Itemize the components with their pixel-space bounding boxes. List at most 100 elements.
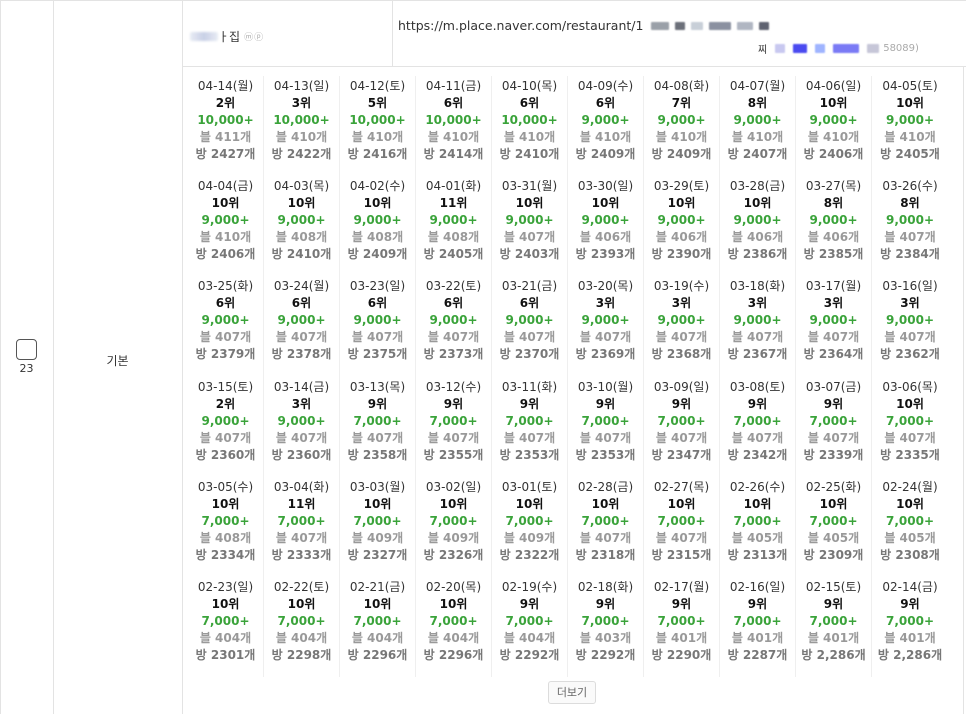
day-date: 03-11(화) (501, 379, 558, 394)
day-search-volume: 9,000+ (885, 313, 934, 328)
more-button[interactable]: 더보기 (548, 681, 596, 704)
day-search-volume: 9,000+ (581, 313, 630, 328)
day-room-count: 방 2368개 (651, 347, 712, 362)
day-blog-count: 블 409개 (503, 530, 556, 545)
day-room-count: 방 2326개 (423, 547, 484, 562)
day-cell: 04-12(토) 5위 10,000+ 블 410개 방 2416개 (340, 76, 416, 177)
day-cell: 03-05(수) 10위 7,000+ 블 408개 방 2334개 (188, 476, 264, 577)
day-blog-count: 블 407개 (655, 530, 708, 545)
day-search-volume: 9,000+ (277, 413, 326, 428)
day-cell: 03-30(일) 10위 9,000+ 블 406개 방 2393개 (568, 176, 644, 277)
day-search-volume: 9,000+ (809, 313, 858, 328)
day-room-count: 방 2409개 (651, 147, 712, 161)
day-room-count: 방 2,286개 (877, 647, 943, 662)
day-blog-count: 블 407개 (579, 530, 632, 545)
day-search-volume: 7,000+ (885, 513, 934, 528)
day-date: 02-21(금) (349, 579, 406, 594)
day-search-volume: 9,000+ (429, 213, 478, 228)
day-room-count: 방 2335개 (880, 447, 940, 462)
day-date: 03-31(월) (501, 179, 558, 194)
day-search-volume: 7,000+ (581, 513, 630, 528)
day-room-count: 방 2347개 (651, 447, 712, 462)
day-rank: 3위 (671, 296, 692, 311)
store-name[interactable]: ㅏ집 ⓜⓟ (190, 28, 264, 45)
day-rank: 10위 (211, 196, 240, 211)
store-name-text: ㅏ집 (218, 30, 241, 44)
day-cell: 02-14(금) 9위 7,000+ 블 401개 방 2,286개 (872, 577, 948, 677)
day-date: 03-13(목) (349, 379, 406, 394)
day-search-volume: 9,000+ (657, 213, 706, 228)
day-cell: 03-17(월) 3위 9,000+ 블 407개 방 2364개 (796, 276, 872, 377)
day-room-count: 방 2339개 (803, 447, 864, 462)
day-date: 03-27(목) (805, 179, 862, 194)
day-search-volume: 7,000+ (581, 613, 630, 628)
day-room-count: 방 2373개 (423, 347, 484, 362)
day-blog-count: 블 405개 (807, 530, 860, 545)
day-cell: 04-08(화) 7위 9,000+ 블 410개 방 2409개 (644, 76, 720, 177)
day-blog-count: 블 407개 (275, 430, 328, 445)
day-rank: 10위 (591, 496, 620, 511)
day-date: 03-23(일) (349, 279, 406, 294)
day-cell: 03-02(일) 10위 7,000+ 블 409개 방 2326개 (416, 476, 492, 577)
day-date: 03-29(토) (653, 179, 710, 194)
day-date: 04-04(금) (197, 179, 254, 194)
day-blog-count: 블 407개 (427, 430, 480, 445)
day-date: 03-16(일) (882, 279, 938, 294)
day-cell: 03-14(금) 3위 9,000+ 블 407개 방 2360개 (264, 376, 340, 477)
day-search-volume: 9,000+ (353, 313, 402, 328)
day-blog-count: 블 404개 (275, 630, 328, 645)
day-search-volume: 7,000+ (733, 513, 782, 528)
day-date: 02-28(금) (577, 479, 634, 494)
day-date: 03-08(토) (729, 379, 786, 394)
day-blog-count: 블 407개 (579, 330, 632, 345)
day-date: 03-03(월) (349, 479, 406, 494)
day-date: 04-09(수) (577, 79, 634, 93)
day-rank: 6위 (367, 296, 388, 311)
day-date: 04-01(화) (425, 179, 482, 194)
day-rank: 11위 (287, 496, 316, 511)
day-date: 04-06(일) (805, 79, 862, 93)
row-checkbox[interactable] (16, 339, 37, 360)
place-id-prefix: 찌 (758, 45, 768, 56)
day-cell: 03-24(월) 6위 9,000+ 블 407개 방 2378개 (264, 276, 340, 377)
day-rank: 2위 (215, 96, 236, 110)
place-id-suffix: 58089) (883, 43, 919, 54)
day-rank: 10위 (363, 196, 392, 211)
day-date: 03-06(목) (882, 379, 938, 394)
grid-row: 04-14(월) 2위 10,000+ 블 411개 방 2427개 04-13(일) 3위… (188, 76, 950, 177)
place-url[interactable]: https://m.place.naver.com/restaurant/1 (398, 18, 770, 33)
day-cell: 03-28(금) 10위 9,000+ 블 406개 방 2386개 (720, 176, 796, 277)
day-room-count: 방 2422개 (271, 147, 332, 161)
day-room-count: 방 2362개 (880, 347, 940, 362)
day-blog-count: 블 407개 (199, 330, 252, 345)
day-search-volume: 10,000+ (273, 113, 330, 127)
day-cell: 03-10(월) 9위 7,000+ 블 407개 방 2353개 (568, 376, 644, 477)
day-search-volume: 7,000+ (885, 613, 934, 628)
day-search-volume: 7,000+ (809, 513, 858, 528)
day-cell: 04-07(월) 8위 9,000+ 블 410개 방 2407개 (720, 76, 796, 177)
day-room-count: 방 2308개 (880, 547, 940, 562)
day-search-volume: 7,000+ (201, 513, 250, 528)
day-blog-count: 블 408개 (199, 530, 252, 545)
day-cell: 03-21(금) 6위 9,000+ 블 407개 방 2370개 (492, 276, 568, 377)
day-cell: 03-07(금) 9위 7,000+ 블 407개 방 2339개 (796, 376, 872, 477)
day-cell: 03-03(월) 10위 7,000+ 블 409개 방 2327개 (340, 476, 416, 577)
day-search-volume: 7,000+ (353, 413, 402, 428)
day-cell: 02-25(화) 10위 7,000+ 블 405개 방 2309개 (796, 476, 872, 577)
day-cell: 03-13(목) 9위 7,000+ 블 407개 방 2358개 (340, 376, 416, 477)
day-rank: 9위 (443, 396, 464, 411)
day-date: 02-23(일) (197, 579, 254, 594)
day-rank: 10위 (591, 196, 620, 211)
day-date: 03-17(월) (805, 279, 862, 294)
day-blog-count: 블 405개 (731, 530, 784, 545)
day-search-volume: 9,000+ (733, 113, 782, 127)
day-cell: 03-31(월) 10위 9,000+ 블 407개 방 2403개 (492, 176, 568, 277)
day-room-count: 방 2,286개 (801, 647, 866, 662)
day-blog-count: 블 401개 (655, 630, 708, 645)
day-blog-count: 블 405개 (884, 530, 936, 545)
day-date: 03-22(토) (425, 279, 482, 294)
day-rank: 10위 (515, 196, 544, 211)
day-date: 02-25(화) (805, 479, 862, 494)
day-room-count: 방 2315개 (651, 547, 712, 562)
day-rank: 10위 (363, 596, 392, 611)
